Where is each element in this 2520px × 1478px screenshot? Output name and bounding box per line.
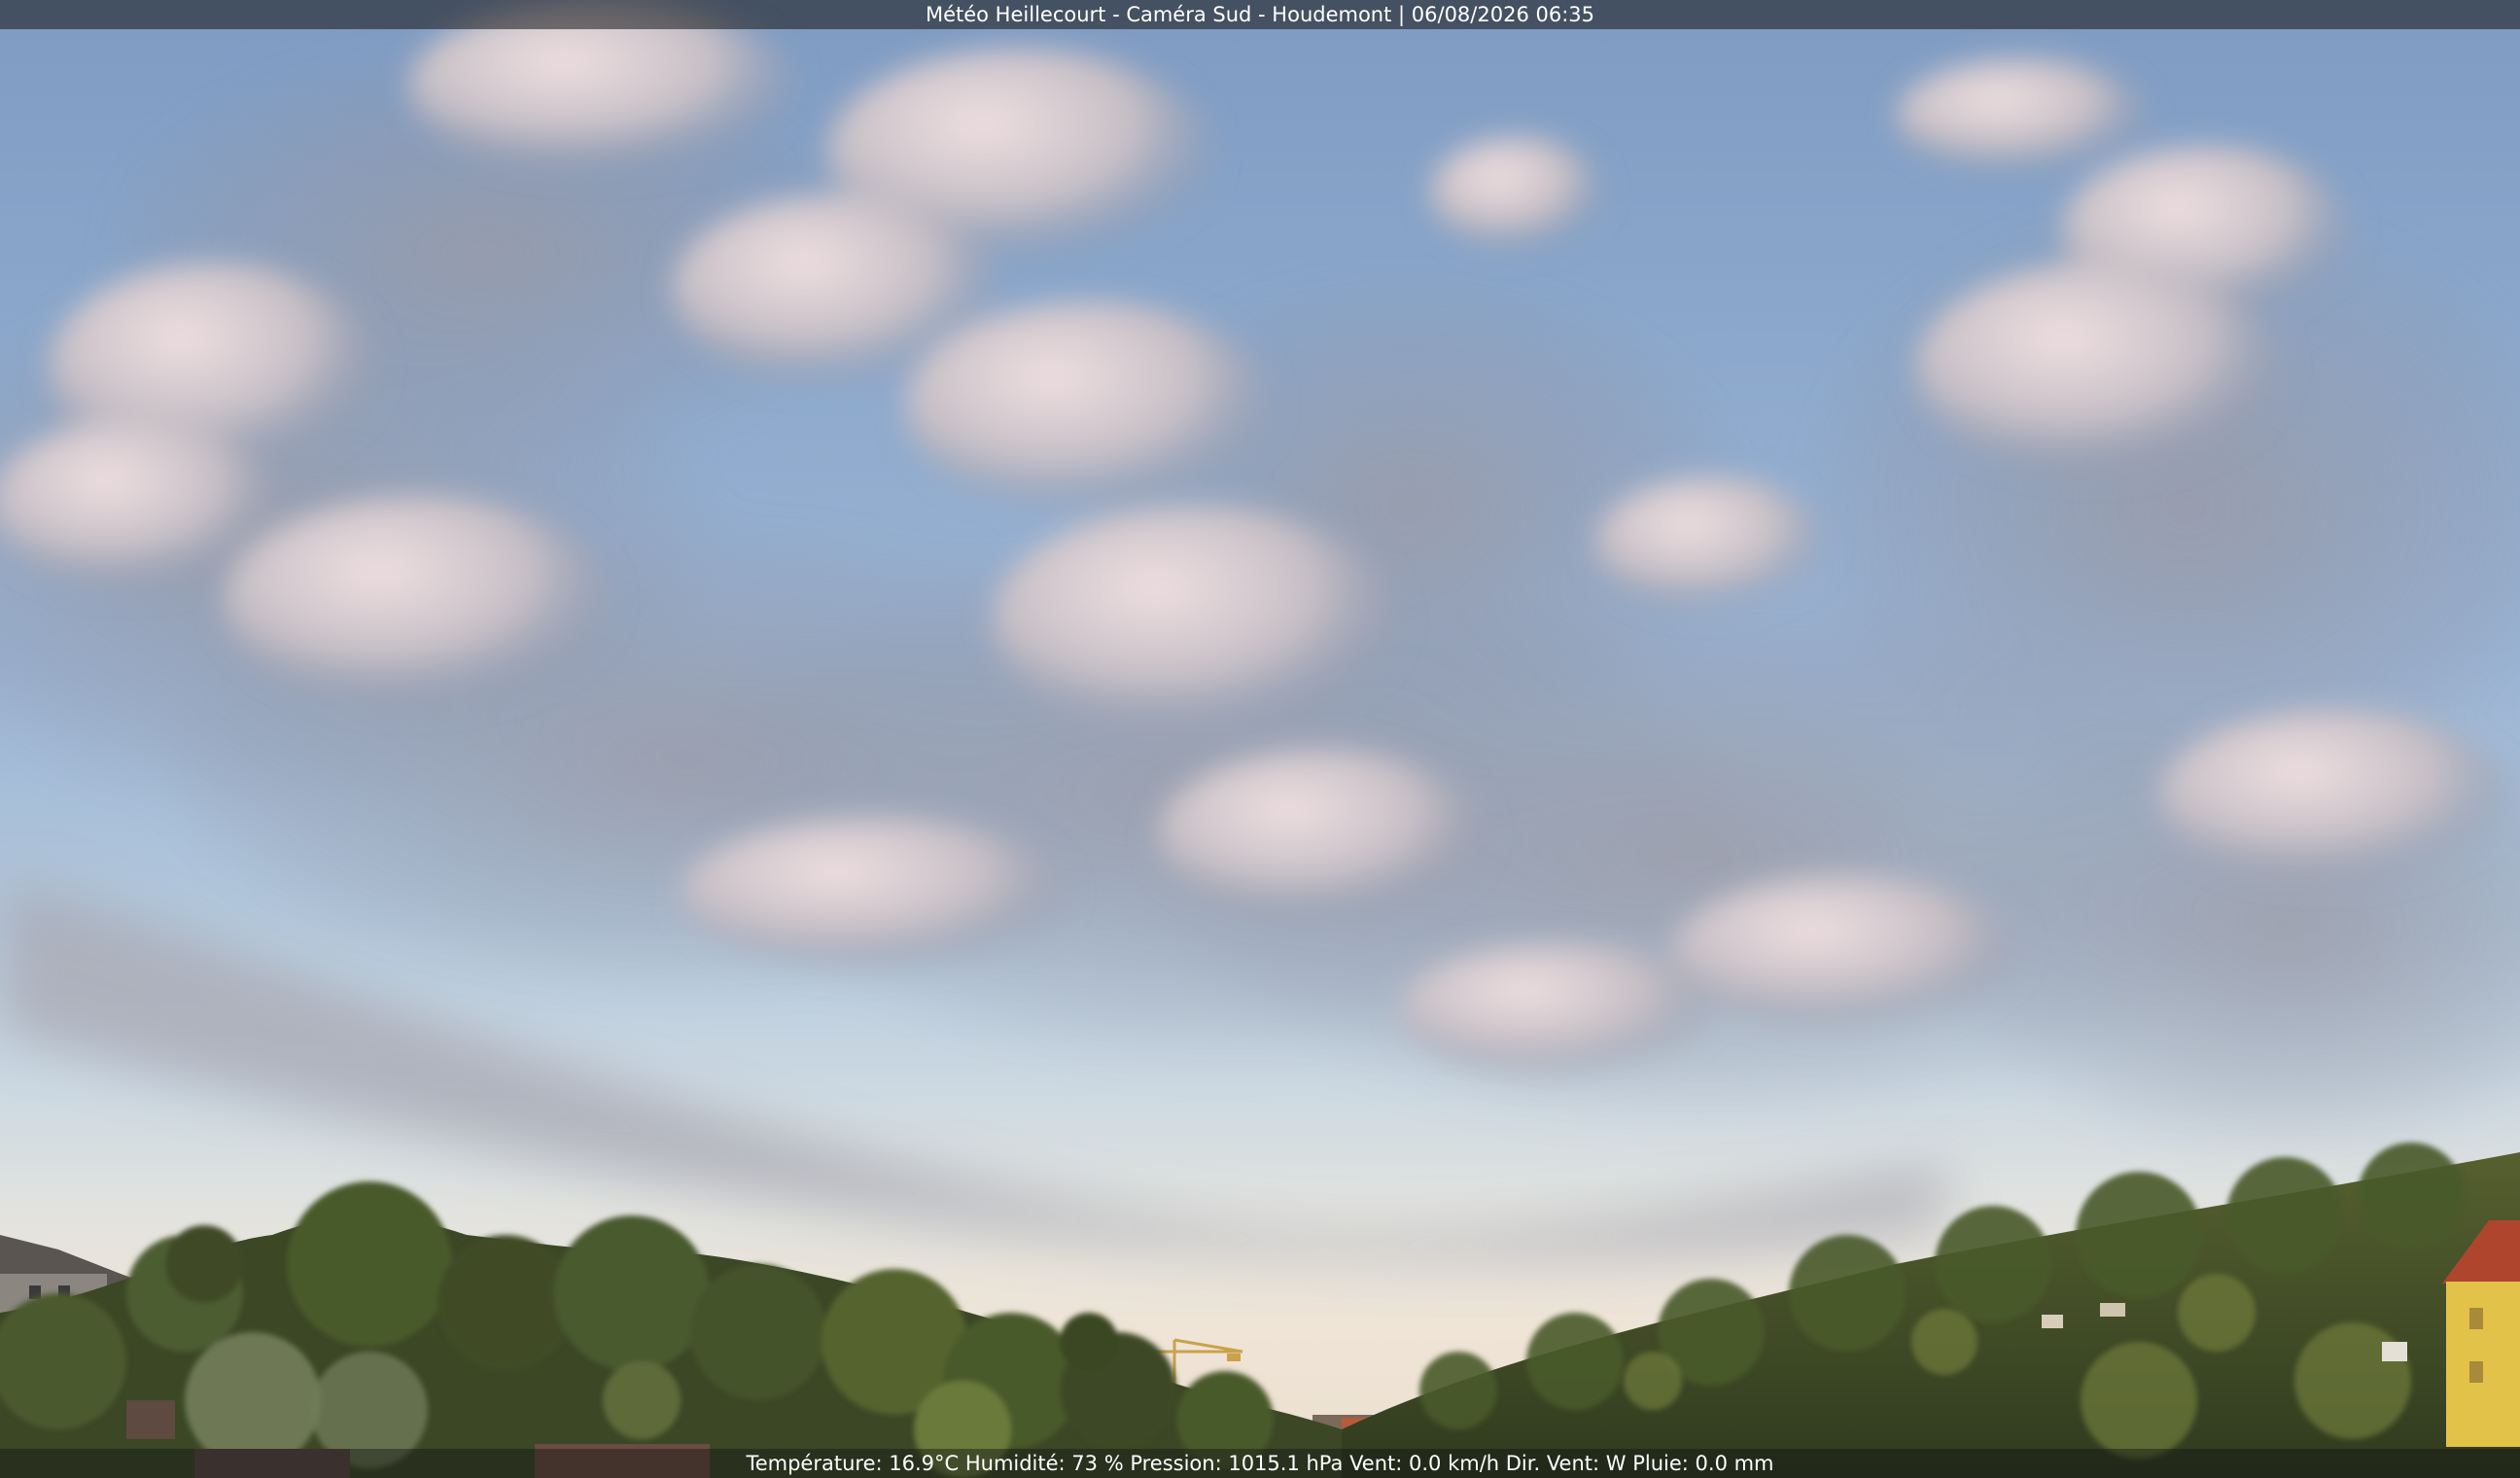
camera-title-overlay: Météo Heillecourt - Caméra Sud - Houdemo… bbox=[0, 0, 2520, 29]
webcam-frame: Météo Heillecourt - Caméra Sud - Houdemo… bbox=[0, 0, 2520, 1478]
sky-scene bbox=[0, 0, 2520, 1478]
weather-readout-overlay: Température: 16.9°C Humidité: 73 % Press… bbox=[0, 1449, 2520, 1478]
